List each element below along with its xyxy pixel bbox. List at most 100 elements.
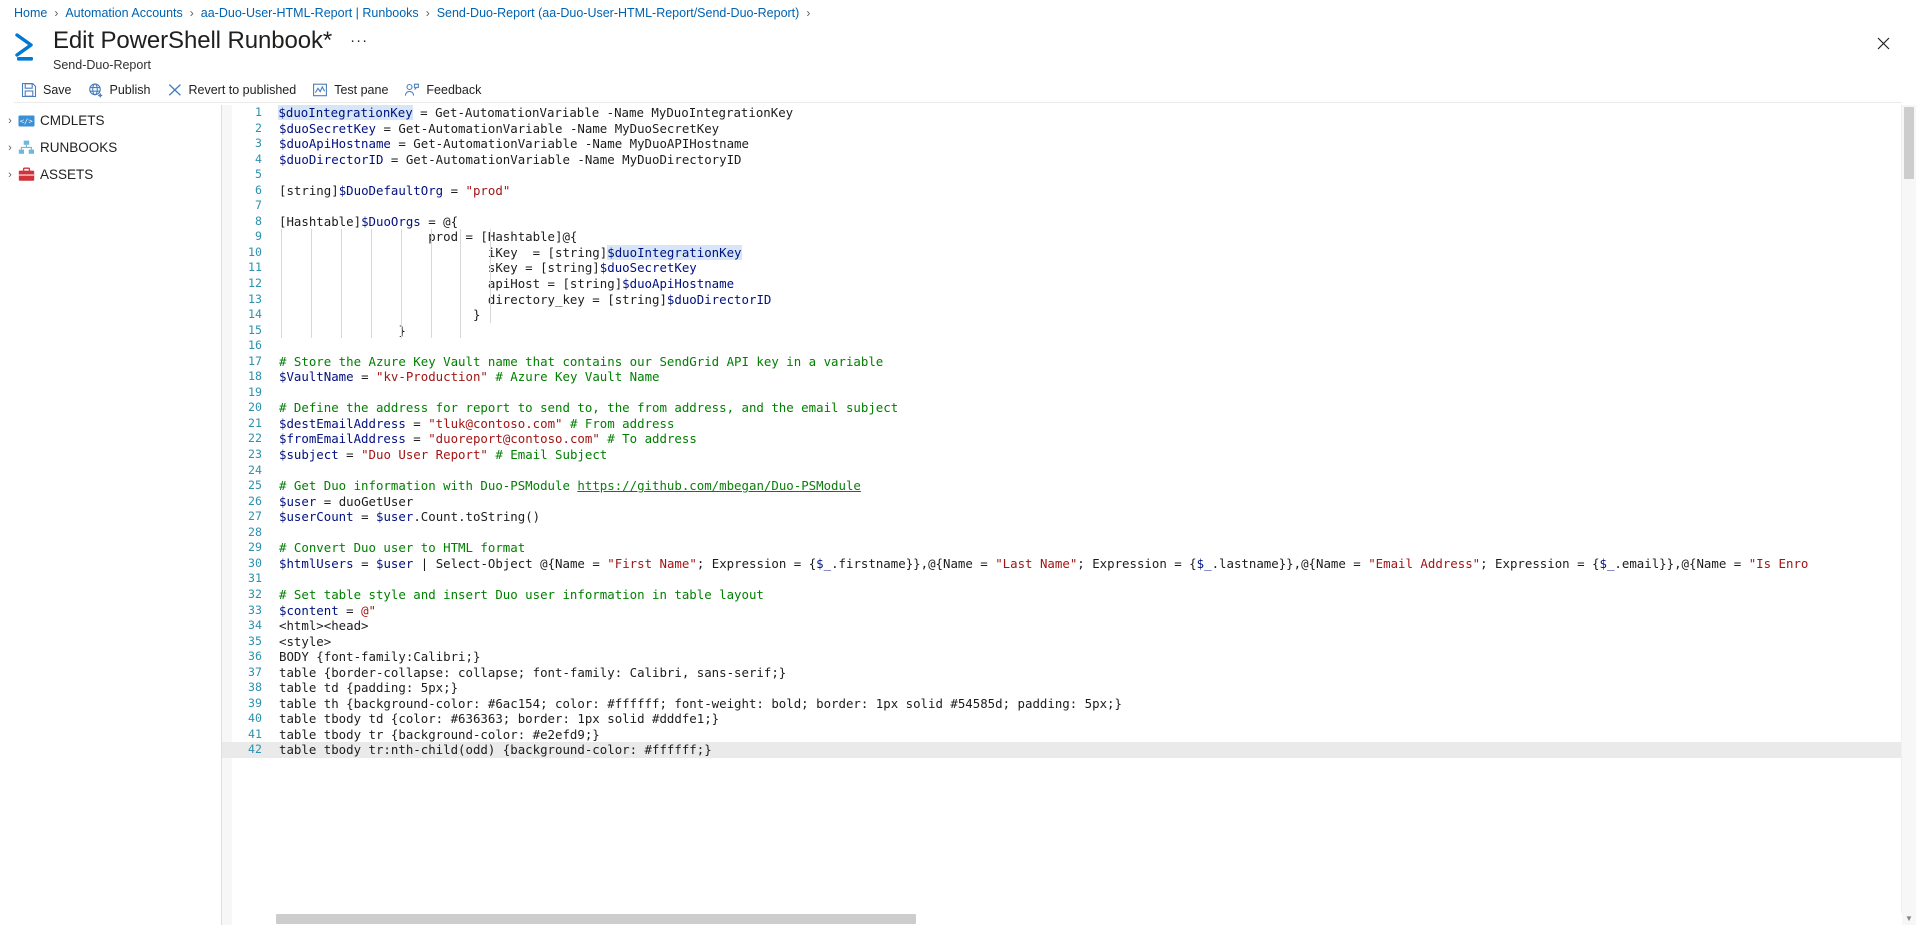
- code-line[interactable]: 25 # Get Duo information with Duo-PSModul…: [222, 478, 1916, 494]
- code-text[interactable]: table tbody tr:nth-child(odd) {backgroun…: [279, 742, 1916, 758]
- code-text[interactable]: table tbody tr {background-color: #e2efd…: [279, 727, 1916, 743]
- code-text[interactable]: # Store the Azure Key Vault name that co…: [279, 354, 1916, 370]
- code-line[interactable]: 16: [222, 338, 1916, 354]
- code-text[interactable]: $user = duoGetUser: [279, 494, 1916, 510]
- breadcrumb-item-3[interactable]: Send-Duo-Report (aa-Duo-User-HTML-Report…: [437, 6, 800, 20]
- code-line[interactable]: 40 table tbody td {color: #636363; border…: [222, 711, 1916, 727]
- code-line[interactable]: 30 $htmlUsers = $user | Select-Object @{N…: [222, 556, 1916, 572]
- code-line[interactable]: 2 $duoSecretKey = Get-AutomationVariable …: [222, 121, 1916, 137]
- code-text[interactable]: }: [279, 322, 1916, 339]
- code-text[interactable]: table tbody td {color: #636363; border: …: [279, 711, 1916, 727]
- code-line[interactable]: 12 apiHost = [string]$duoApiHostname: [222, 276, 1916, 292]
- code-line[interactable]: 13 directory_key = [string]$duoDirectorI…: [222, 291, 1916, 308]
- breadcrumb-item-2[interactable]: aa-Duo-User-HTML-Report | Runbooks: [201, 6, 419, 20]
- tree-item-runbooks[interactable]: › RUNBOOKS: [0, 134, 221, 161]
- code-text[interactable]: $duoSecretKey = Get-AutomationVariable -…: [279, 121, 1916, 137]
- command-save-button[interactable]: Save: [14, 78, 81, 102]
- editor-vertical-scrollbar[interactable]: ▲ ▼: [1902, 105, 1916, 925]
- code-text[interactable]: $content = @": [279, 603, 1916, 619]
- editor-horizontal-scrollbar[interactable]: [276, 913, 1902, 925]
- code-text[interactable]: $duoIntegrationKey = Get-AutomationVaria…: [278, 105, 1916, 121]
- code-line[interactable]: 6 [string]$DuoDefaultOrg = "prod": [222, 183, 1916, 199]
- code-line[interactable]: 38 table td {padding: 5px;}: [222, 680, 1916, 696]
- chevron-right-icon[interactable]: ›: [2, 113, 18, 129]
- code-line[interactable]: 35 <style>: [222, 634, 1916, 650]
- code-line[interactable]: 42 table tbody tr:nth-child(odd) {backgro…: [222, 742, 1916, 758]
- code-text[interactable]: $destEmailAddress = "tluk@contoso.com" #…: [279, 416, 1916, 432]
- code-text[interactable]: [string]$DuoDefaultOrg = "prod": [279, 183, 1916, 199]
- code-editor[interactable]: 1 $duoIntegrationKey = Get-AutomationVari…: [222, 105, 1916, 925]
- code-line[interactable]: 15 }: [222, 322, 1916, 339]
- horizontal-scroll-thumb[interactable]: [276, 914, 916, 924]
- code-text[interactable]: table {border-collapse: collapse; font-f…: [279, 665, 1916, 681]
- more-options-button[interactable]: ···: [346, 26, 372, 56]
- code-line[interactable]: 31: [222, 571, 1916, 587]
- code-line[interactable]: 28: [222, 525, 1916, 541]
- code-text[interactable]: table td {padding: 5px;}: [279, 680, 1916, 696]
- code-text[interactable]: $subject = "Duo User Report" # Email Sub…: [279, 447, 1916, 463]
- code-line[interactable]: 27 $userCount = $user.Count.toString(): [222, 509, 1916, 525]
- command-feedback-button[interactable]: Feedback: [397, 78, 490, 102]
- command-publish-button[interactable]: Publish: [81, 78, 160, 102]
- code-line[interactable]: 39 table th {background-color: #6ac154; c…: [222, 696, 1916, 712]
- vertical-scroll-thumb[interactable]: [1904, 107, 1914, 179]
- code-line[interactable]: 20 # Define the address for report to sen…: [222, 400, 1916, 416]
- code-line[interactable]: 10 iKey = [string]$duoIntegrationKey: [222, 244, 1916, 261]
- code-line[interactable]: 34 <html><head>: [222, 618, 1916, 634]
- code-line[interactable]: 33 $content = @": [222, 603, 1916, 619]
- code-line[interactable]: 5: [222, 167, 1916, 183]
- code-line[interactable]: 11 sKey = [string]$duoSecretKey: [222, 260, 1916, 277]
- code-text[interactable]: $VaultName = "kv-Production" # Azure Key…: [279, 369, 1916, 385]
- tree-item-assets[interactable]: › ASSETS: [0, 161, 221, 188]
- code-line[interactable]: 9 prod = [Hashtable]@{: [222, 229, 1916, 245]
- code-line[interactable]: 37 table {border-collapse: collapse; font…: [222, 665, 1916, 681]
- code-lines[interactable]: 1 $duoIntegrationKey = Get-AutomationVari…: [222, 105, 1916, 925]
- code-line[interactable]: 14 }: [222, 307, 1916, 323]
- chevron-right-icon[interactable]: ›: [2, 140, 18, 156]
- code-line[interactable]: 32 # Set table style and insert Duo user …: [222, 587, 1916, 603]
- chevron-right-icon[interactable]: ›: [2, 167, 18, 183]
- code-text[interactable]: table th {background-color: #6ac154; col…: [279, 696, 1916, 712]
- code-text[interactable]: # Set table style and insert Duo user in…: [279, 587, 1916, 603]
- code-text[interactable]: BODY {font-family:Calibri;}: [279, 649, 1916, 665]
- breadcrumb-item-1[interactable]: Automation Accounts: [65, 6, 182, 20]
- code-line[interactable]: 24: [222, 463, 1916, 479]
- code-line[interactable]: 22 $fromEmailAddress = "duoreport@contoso…: [222, 431, 1916, 447]
- code-text[interactable]: $userCount = $user.Count.toString(): [279, 509, 1916, 525]
- code-line[interactable]: 4 $duoDirectorID = Get-AutomationVariable…: [222, 152, 1916, 168]
- code-text[interactable]: <style>: [279, 634, 1916, 650]
- code-text[interactable]: directory_key = [string]$duoDirectorID: [279, 291, 1916, 308]
- code-line[interactable]: 29 # Convert Duo user to HTML format: [222, 540, 1916, 556]
- code-line[interactable]: 7: [222, 198, 1916, 214]
- code-text[interactable]: # Convert Duo user to HTML format: [279, 540, 1916, 556]
- code-line[interactable]: 23 $subject = "Duo User Report" # Email S…: [222, 447, 1916, 463]
- code-line[interactable]: 1 $duoIntegrationKey = Get-AutomationVari…: [222, 105, 1916, 121]
- code-text[interactable]: $fromEmailAddress = "duoreport@contoso.c…: [279, 431, 1916, 447]
- code-line[interactable]: 21 $destEmailAddress = "tluk@contoso.com"…: [222, 416, 1916, 432]
- code-link[interactable]: https://github.com/mbegan/Duo-PSModule: [577, 478, 860, 493]
- code-line[interactable]: 26 $user = duoGetUser: [222, 494, 1916, 510]
- code-line[interactable]: 3 $duoApiHostname = Get-AutomationVariabl…: [222, 136, 1916, 152]
- code-text[interactable]: apiHost = [string]$duoApiHostname: [279, 276, 1916, 292]
- code-text[interactable]: prod = [Hashtable]@{: [279, 229, 1916, 245]
- code-text[interactable]: iKey = [string]$duoIntegrationKey: [279, 244, 1916, 261]
- code-text[interactable]: <html><head>: [279, 618, 1916, 634]
- code-text[interactable]: # Get Duo information with Duo-PSModule …: [279, 478, 1916, 494]
- scroll-down-icon[interactable]: ▼: [1902, 911, 1916, 925]
- code-text[interactable]: sKey = [string]$duoSecretKey: [279, 260, 1916, 277]
- code-line[interactable]: 17 # Store the Azure Key Vault name that …: [222, 354, 1916, 370]
- code-text[interactable]: [Hashtable]$DuoOrgs = @{: [279, 214, 1916, 230]
- code-line[interactable]: 19: [222, 385, 1916, 401]
- close-button[interactable]: [1868, 28, 1898, 58]
- command-test-pane-button[interactable]: Test pane: [305, 78, 397, 102]
- code-text[interactable]: $htmlUsers = $user | Select-Object @{Nam…: [279, 556, 1916, 572]
- code-line[interactable]: 8 [Hashtable]$DuoOrgs = @{: [222, 214, 1916, 230]
- code-line[interactable]: 41 table tbody tr {background-color: #e2e…: [222, 727, 1916, 743]
- code-text[interactable]: }: [279, 307, 1916, 323]
- tree-item-cmdlets[interactable]: › </> CMDLETS: [0, 107, 221, 134]
- code-line[interactable]: 18 $VaultName = "kv-Production" # Azure K…: [222, 369, 1916, 385]
- code-line[interactable]: 36 BODY {font-family:Calibri;}: [222, 649, 1916, 665]
- breadcrumb-item-0[interactable]: Home: [14, 6, 47, 20]
- code-text[interactable]: $duoApiHostname = Get-AutomationVariable…: [279, 136, 1916, 152]
- code-text[interactable]: # Define the address for report to send …: [279, 400, 1916, 416]
